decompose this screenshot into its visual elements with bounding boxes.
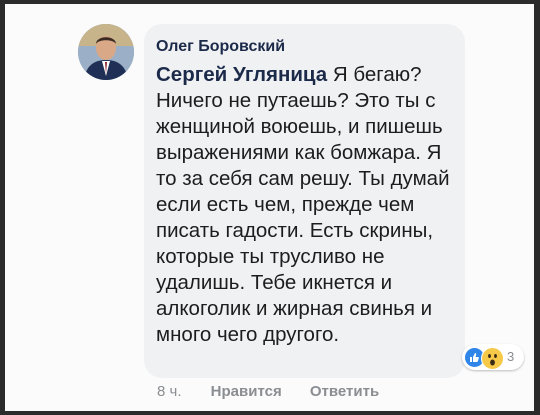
comment-author[interactable]: Олег Боровский: [156, 38, 285, 56]
comment-body: Я бегаю? Ничего не путаешь? Это ты с жен…: [156, 63, 450, 346]
comment-text: Сергей Угляница Я бегаю? Ничего не путае…: [156, 62, 456, 348]
reply-button[interactable]: Ответить: [310, 383, 379, 400]
mention-link[interactable]: Сергей Угляница: [156, 63, 327, 86]
reactions-summary[interactable]: 3: [462, 344, 524, 370]
avatar-image: [78, 24, 134, 80]
comment-timestamp[interactable]: 8 ч.: [157, 383, 182, 400]
reaction-count: 3: [507, 349, 515, 364]
like-button[interactable]: Нравится: [211, 383, 282, 400]
wow-icon: [481, 347, 504, 370]
avatar[interactable]: [78, 24, 134, 80]
comment-actions: 8 ч. Нравится Ответить: [157, 383, 403, 400]
